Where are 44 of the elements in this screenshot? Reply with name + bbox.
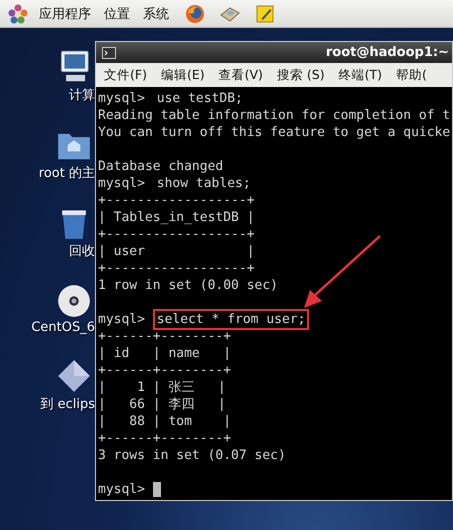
panel-menu[interactable]: 应用程序: [37, 4, 93, 22]
menu-item[interactable]: 搜索 (S): [276, 66, 325, 84]
terminal-text: You can turn off this feature to get a quicke: [98, 124, 450, 141]
flower-logo-icon[interactable]: [8, 4, 28, 24]
terminal-text: | 66 | 李四 |: [98, 396, 226, 413]
notepad-pencil-icon[interactable]: [254, 4, 276, 24]
desktop-icon-label[interactable]: 到 eclips: [40, 395, 95, 413]
menu-item[interactable]: 查看(V): [218, 66, 263, 84]
terminal-text: 1 row in set (0.00 sec): [98, 277, 278, 294]
terminal-text: Reading table information for completion of t: [98, 107, 450, 124]
terminal-text: +------+--------+: [98, 430, 232, 447]
command-text: use testDB;: [156, 90, 244, 108]
terminal-text: | id | name |: [98, 345, 232, 362]
terminal-text: | 88 | tom |: [98, 413, 232, 430]
terminal-text: | user |: [98, 243, 255, 260]
panel-menu[interactable]: 位置: [102, 4, 132, 22]
menu-item[interactable]: 文件(F): [104, 66, 147, 84]
terminal-text: +------+--------+: [98, 362, 232, 379]
mysql-prompt: mysql>: [98, 175, 145, 192]
panel-menu[interactable]: 系统: [141, 4, 171, 22]
menu-item[interactable]: 帮助(: [396, 66, 427, 84]
terminal-text: | 1 | 张三 |: [98, 379, 226, 396]
terminal-text: +------+--------+: [98, 328, 232, 345]
command-text: show tables;: [156, 175, 252, 193]
command-text: select * from user;: [152, 309, 310, 330]
desktop-icon-label[interactable]: CentOS_6: [31, 320, 95, 335]
mysql-prompt: mysql>: [98, 481, 145, 498]
desktop-icon-label[interactable]: 计算: [69, 86, 95, 104]
terminal-text: +------------------+: [98, 192, 255, 209]
mysql-prompt: mysql>: [98, 90, 145, 107]
terminal-icon: [102, 46, 116, 58]
desktop-icon-label[interactable]: 回收: [69, 242, 95, 260]
mysql-prompt: mysql>: [98, 311, 145, 328]
terminal-text: 3 rows in set (0.07 sec): [98, 447, 286, 464]
terminal-text: +------------------+: [98, 226, 255, 243]
disc-icon[interactable]: [55, 282, 93, 320]
menu-item[interactable]: 编辑(E): [160, 66, 205, 84]
terminal-text: Database changed: [98, 158, 224, 175]
globe-icon[interactable]: [184, 4, 206, 24]
desktop-icon-label[interactable]: root 的主: [38, 164, 95, 182]
menu-item[interactable]: 终端(T): [338, 66, 382, 84]
terminal-text: | Tables_in_testDB |: [98, 209, 255, 226]
terminal-text: +------------------+: [98, 260, 255, 277]
window-title: root@hadoop1:~: [326, 45, 450, 60]
